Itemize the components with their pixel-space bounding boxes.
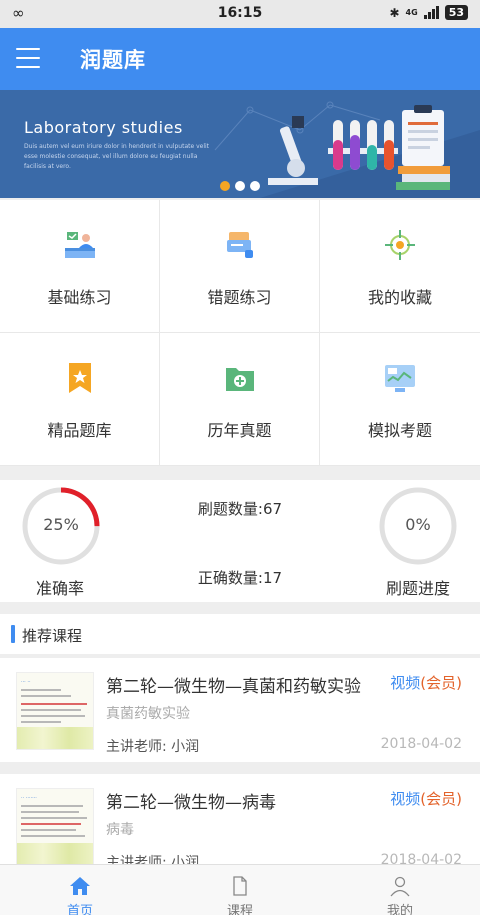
user-icon [390,876,410,897]
nav-label: 课程 [226,904,253,915]
network-type: 4G [405,8,418,17]
course-title: 第二轮—微生物—真菌和药敏实验 [106,677,361,697]
document-icon [233,876,247,896]
grid-item-label: 精品题库 [47,421,112,440]
course-thumbnail: ·· ······· [16,788,94,864]
grid-item-label: 错题练习 [207,288,272,307]
stats-panel: 25% 准确率 刷题数量:67 正确数量:17 0% 刷题进度 [0,480,480,602]
nav-label: 我的 [386,904,413,915]
banner-subtitle: Duis autem vel eum iriure dolor in hendr… [24,143,210,170]
signal-icon [423,6,439,19]
books-icon [396,166,450,190]
card-icon [227,232,253,258]
accuracy-value: 25% [43,515,79,534]
target-icon [385,230,415,260]
progress-gauge: 0% [378,486,458,566]
clipboard-icon [402,105,444,166]
menu-icon[interactable] [16,48,40,68]
course-vip: (会员) [420,790,462,808]
banner-title: Laboratory studies [24,118,183,137]
test-tubes-icon [328,120,398,170]
progress-label: 刷题进度 [386,579,451,598]
grid-item-label: 基础练习 [47,288,112,307]
microscope-icon [268,116,318,185]
course-vip: (会员) [420,674,462,692]
section-accent-bar [11,625,15,643]
home-icon [70,877,90,895]
nav-profile[interactable]: 我的 [320,865,480,915]
course-thumbnail: ··· ·· [16,672,94,750]
course-item[interactable]: ·· ······· 第二轮—微生物—病毒 视频(会员) 病毒 主讲老师: 小润… [0,774,480,864]
folder-plus-icon [226,368,254,391]
app-bar: 润题库 [0,28,480,90]
bottom-navigation: 首页 课程 我的 [0,864,480,915]
accuracy-label: 准确率 [36,579,85,598]
carousel-dot[interactable] [220,181,230,191]
course-date: 2018-04-02 [380,852,462,864]
monitor-chart-icon [385,365,415,392]
carousel-dot[interactable] [250,181,260,191]
grid-item-past-exams[interactable]: 历年真题 [160,333,320,466]
grid-item-wrong-practice[interactable]: 错题练习 [160,200,320,333]
course-type: 视频 [390,790,421,808]
course-tag: 视频(会员) [390,672,462,693]
battery-icon: 53 [444,5,468,20]
bluetooth-icon: ✱ [389,5,400,20]
grid-item-basic-practice[interactable]: 基础练习 [0,200,160,333]
reception-desk-icon [65,232,95,258]
course-date: 2018-04-02 [380,736,462,752]
nav-courses[interactable]: 课程 [160,865,320,915]
grid-item-premium-bank[interactable]: 精品题库 [0,333,160,466]
question-count: 刷题数量:67 [197,500,283,518]
status-right: ✱ 4G 53 [389,5,468,20]
course-teacher: 主讲老师: 小润 [106,855,200,864]
carousel-dot[interactable] [235,181,245,191]
carousel-dots [220,181,260,191]
course-subtitle: 真菌药敏实验 [106,706,190,722]
course-item[interactable]: ··· ·· 第二轮—微生物—真菌和药敏实验 视频(会员) 真菌药敏实验 主讲老… [0,658,480,762]
grid-item-favorites[interactable]: 我的收藏 [320,200,480,333]
feature-grid: 基础练习 错题练习 我的收藏 精品题库 历年真题 模拟考题 [0,200,480,466]
course-title: 第二轮—微生物—病毒 [106,793,276,813]
course-subtitle: 病毒 [106,822,134,838]
nav-home[interactable]: 首页 [0,865,160,915]
accuracy-gauge: 25% [21,486,101,566]
banner-carousel[interactable]: Laboratory studies Duis autem vel eum ir… [0,90,480,198]
nav-label: 首页 [66,904,93,915]
grid-item-label: 历年真题 [207,421,272,440]
grid-item-label: 模拟考题 [367,421,432,440]
app-title: 润题库 [80,48,146,72]
course-type: 视频 [390,674,421,692]
course-tag: 视频(会员) [390,788,462,809]
section-title: 推荐课程 [22,627,83,645]
correct-count: 正确数量:17 [197,569,283,587]
grid-item-mock-exams[interactable]: 模拟考题 [320,333,480,466]
bookmark-star-icon [69,363,91,393]
progress-value: 0% [405,515,431,534]
recommended-courses-header: 推荐课程 [0,614,480,654]
grid-item-label: 我的收藏 [367,288,432,307]
status-bar: ∞ 16:15 ✱ 4G 53 [0,0,480,28]
course-teacher: 主讲老师: 小润 [106,739,200,755]
